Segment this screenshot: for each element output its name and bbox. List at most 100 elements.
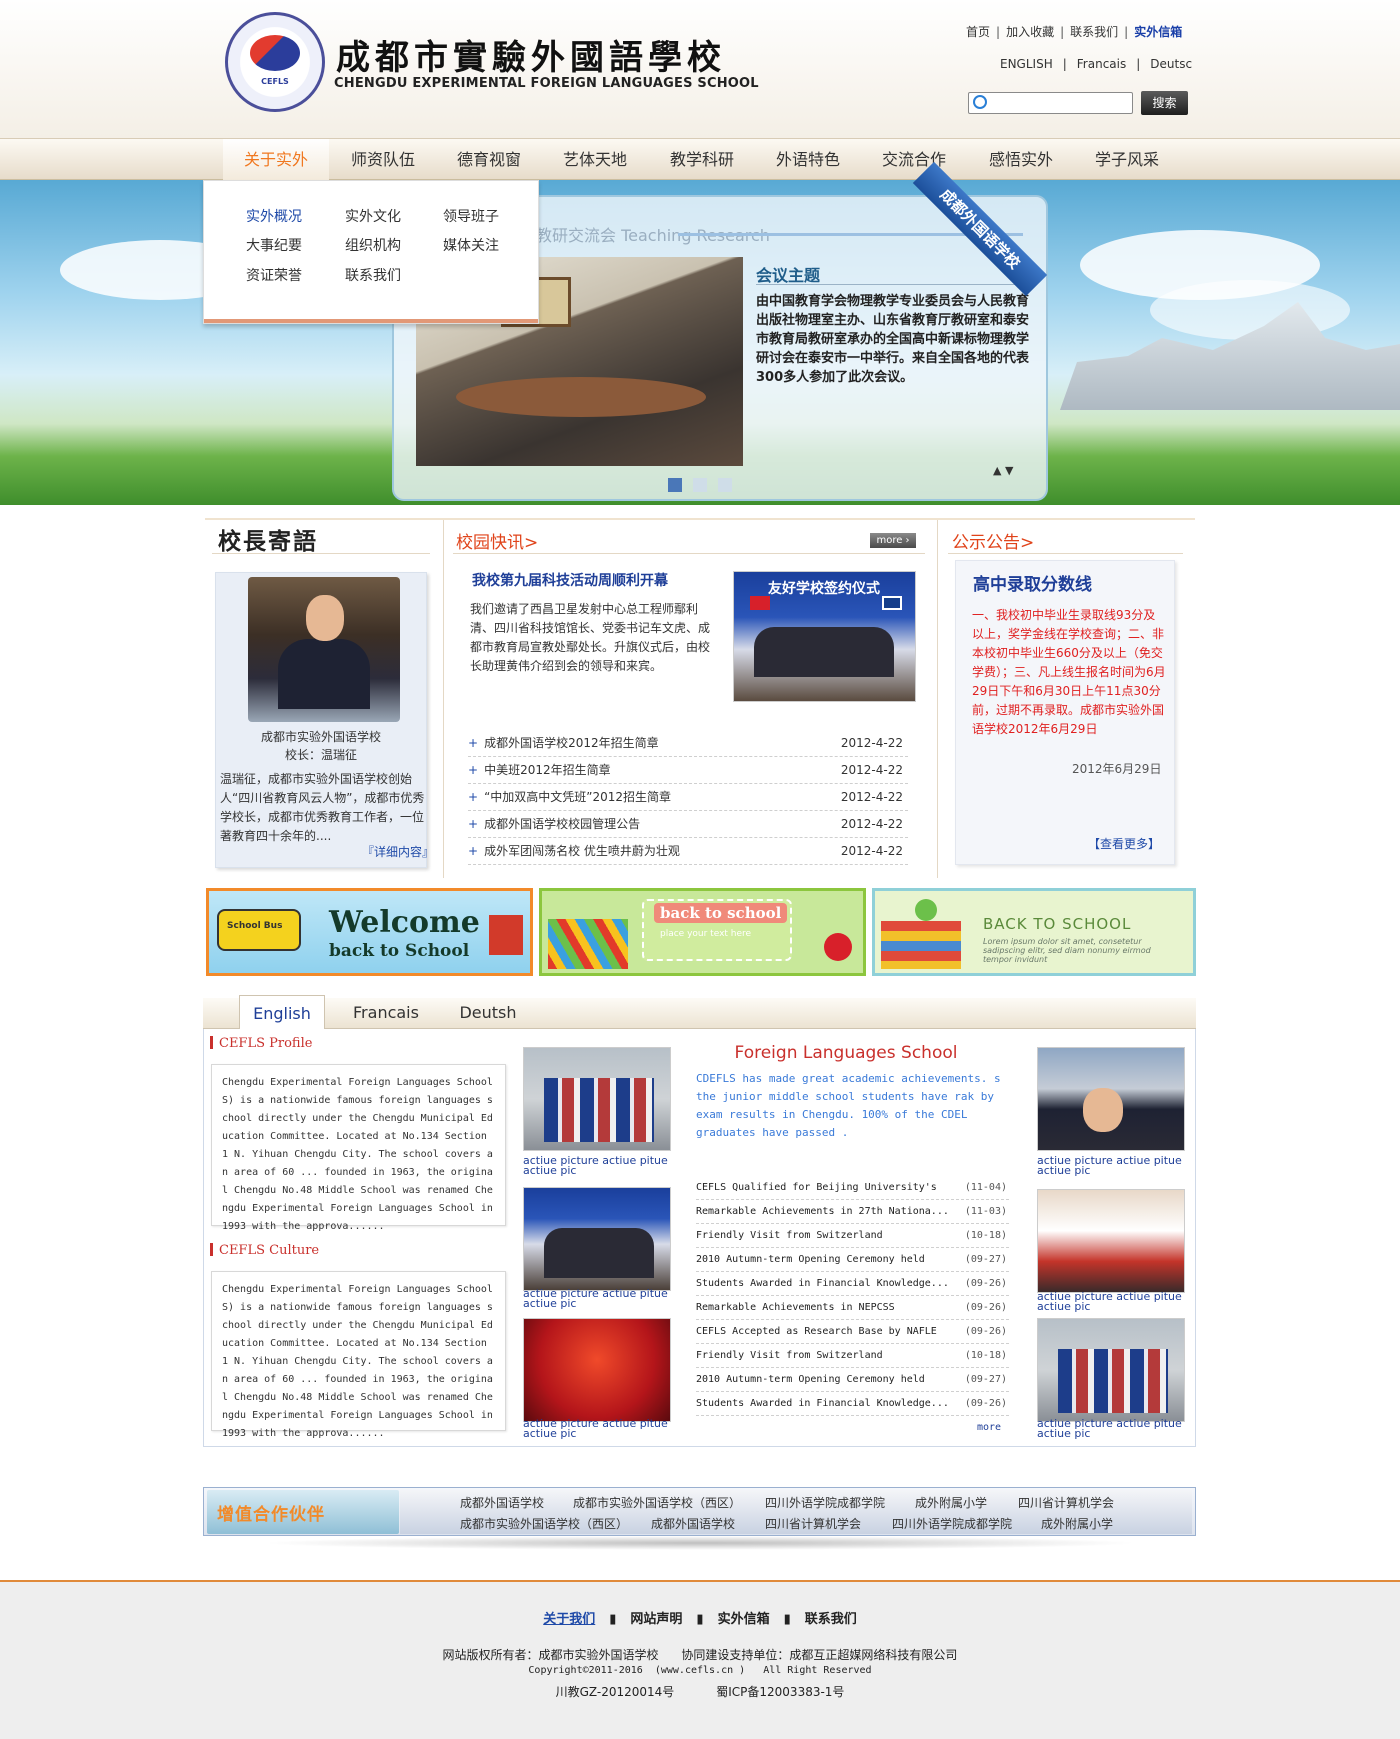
- top-link-home[interactable]: 首页: [966, 25, 990, 39]
- news-list-item[interactable]: + 成都外国语学校2012年招生简章 2012-4-22: [468, 730, 908, 757]
- dropdown-item-contact[interactable]: 联系我们: [345, 265, 401, 285]
- search-input[interactable]: [968, 92, 1133, 114]
- photo-thumb-caption[interactable]: actiue picture actiue pitue actiue pic: [523, 1288, 673, 1309]
- dropdown-item-overview[interactable]: 实外概况: [246, 206, 302, 226]
- slide-dot[interactable]: [718, 478, 732, 492]
- photo-thumb-caption[interactable]: actiue picture actiue pitue actiue pic: [1037, 1155, 1187, 1176]
- nav-item-reflection[interactable]: 感悟实外: [968, 139, 1074, 181]
- top-link-mailbox[interactable]: 实外信箱: [1134, 25, 1182, 39]
- photo-thumb[interactable]: [1037, 1047, 1185, 1151]
- promo-banner-welcome[interactable]: School Bus Welcome back to School: [206, 888, 533, 976]
- nav-item-about[interactable]: 关于实外: [223, 139, 329, 181]
- nav-item-teaching[interactable]: 教学科研: [649, 139, 755, 181]
- photo-face: [1083, 1088, 1123, 1132]
- photo-thumb[interactable]: [523, 1187, 671, 1291]
- nav-item-faculty[interactable]: 师资队伍: [330, 139, 436, 181]
- partner-link[interactable]: 成都市实验外国语学校（西区）: [573, 1494, 741, 1511]
- promo-banner-back-to-school[interactable]: back to school place your text here: [539, 888, 866, 976]
- partner-link[interactable]: 成外附属小学: [915, 1494, 987, 1511]
- english-news-item[interactable]: CEFLS Qualified for Beijing University's…: [696, 1176, 1009, 1200]
- partner-link[interactable]: 四川外语学院成都学院: [765, 1494, 885, 1511]
- photo-thumb-caption[interactable]: actiue picture actiue pitue actiue pic: [523, 1418, 673, 1439]
- school-name-cn: 成都市實驗外國語學校: [336, 38, 726, 78]
- nav-item-moral[interactable]: 德育视窗: [436, 139, 542, 181]
- english-news-item[interactable]: Remarkable Achievements in NEPCSS (09-26): [696, 1296, 1009, 1320]
- heading-bar: [210, 1243, 213, 1256]
- partner-link[interactable]: 四川外语学院成都学院: [892, 1515, 1012, 1532]
- profile-heading: CEFLS Profile: [210, 1036, 312, 1051]
- footer-link-mailbox[interactable]: 实外信箱: [718, 1612, 770, 1627]
- promo-banner-back-to-school-2[interactable]: BACK TO SCHOOL Lorem ipsum dolor sit ame…: [872, 888, 1196, 976]
- principal-more-link[interactable]: 『详细内容』: [362, 843, 434, 860]
- tab-english[interactable]: English: [239, 995, 325, 1030]
- lang-link-french[interactable]: Francais: [1077, 57, 1126, 71]
- nav-item-language[interactable]: 外语特色: [755, 139, 861, 181]
- lang-link-german[interactable]: Deutsc: [1150, 57, 1192, 71]
- photo-thumb[interactable]: [523, 1318, 671, 1422]
- search-button[interactable]: 搜索: [1141, 91, 1188, 115]
- nav-item-arts[interactable]: 艺体天地: [542, 139, 648, 181]
- news-list-item[interactable]: + 成都外国语学校校园管理公告 2012-4-22: [468, 811, 908, 838]
- tab-deutsh[interactable]: Deutsh: [445, 995, 531, 1030]
- photo-thumb[interactable]: [1037, 1189, 1185, 1293]
- partner-link[interactable]: 成都外国语学校: [651, 1515, 735, 1532]
- news-list-item[interactable]: + “中加双高中文凭班”2012招生简章 2012-4-22: [468, 784, 908, 811]
- news-list-item[interactable]: + 成外军团闯荡名校 优生喷井蔚为壮观 2012-4-22: [468, 838, 908, 865]
- english-news-more-link[interactable]: more: [977, 1422, 1001, 1433]
- slide-arrows[interactable]: ▲ ▼: [993, 464, 1013, 477]
- photo-thumb[interactable]: [523, 1047, 671, 1151]
- page: CEFLS 成都市實驗外國語學校 CHENGDU EXPERIMENTAL FO…: [0, 0, 1400, 1739]
- slide-dot[interactable]: [693, 478, 707, 492]
- campus-news-title[interactable]: 校园快讯>: [456, 528, 538, 553]
- english-news-item[interactable]: Friendly Visit from Switzerland (10-18): [696, 1344, 1009, 1368]
- lang-link-english[interactable]: ENGLISH: [1000, 57, 1053, 71]
- dropdown-item-leadership[interactable]: 领导班子: [443, 206, 499, 226]
- top-link-bookmark[interactable]: 加入收藏: [1006, 25, 1054, 39]
- top-link-contact[interactable]: 联系我们: [1070, 25, 1118, 39]
- english-news-item[interactable]: 2010 Autumn-term Opening Ceremony held (0…: [696, 1368, 1009, 1392]
- notice-more-link[interactable]: 【查看更多】: [1088, 835, 1160, 852]
- english-news-item[interactable]: Remarkable Achievements in 27th Nationa.…: [696, 1200, 1009, 1224]
- plus-icon: +: [468, 736, 479, 750]
- partner-link[interactable]: 四川省计算机学会: [1018, 1494, 1114, 1511]
- footer-link-statement[interactable]: 网站声明: [630, 1612, 682, 1627]
- news-item-date: 2012-4-22: [840, 736, 903, 750]
- dropdown-item-organization[interactable]: 组织机构: [345, 235, 401, 255]
- english-news-item[interactable]: Students Awarded in Financial Knowledge.…: [696, 1272, 1009, 1296]
- notice-title[interactable]: 公示公告>: [952, 528, 1034, 553]
- school-house-icon: [489, 915, 523, 955]
- principal-photo[interactable]: [248, 577, 400, 722]
- slide-title: 会议主题: [756, 266, 821, 285]
- partner-link[interactable]: 成都市实验外国语学校（西区）: [460, 1515, 628, 1532]
- partner-link[interactable]: 四川省计算机学会: [765, 1515, 861, 1532]
- news-feature-image[interactable]: 友好学校签约仪式: [733, 571, 916, 702]
- nav-item-students[interactable]: 学子风采: [1074, 139, 1180, 181]
- dropdown-item-culture[interactable]: 实外文化: [345, 206, 401, 226]
- english-news-item[interactable]: 2010 Autumn-term Opening Ceremony held (0…: [696, 1248, 1009, 1272]
- partner-link[interactable]: 成外附属小学: [1041, 1515, 1113, 1532]
- news-more-button[interactable]: more ›: [870, 533, 916, 548]
- culture-heading: CEFLS Culture: [210, 1243, 319, 1258]
- photo-thumb-caption[interactable]: actiue picture actiue pitue actiue pic: [1037, 1418, 1187, 1439]
- partner-link[interactable]: 成都外国语学校: [460, 1494, 544, 1511]
- dropdown-item-honors[interactable]: 资证荣誉: [246, 265, 302, 285]
- notice-item-title[interactable]: 高中录取分数线: [973, 570, 1092, 595]
- photo-thumb-caption[interactable]: actiue picture actiue pitue actiue pic: [1037, 1291, 1187, 1312]
- slide-dot[interactable]: [668, 478, 682, 492]
- dropdown-item-media[interactable]: 媒体关注: [443, 235, 499, 255]
- footer-link-contact[interactable]: 联系我们: [805, 1612, 857, 1627]
- photo-thumb-caption[interactable]: actiue picture actiue pitue actiue pic: [523, 1155, 673, 1176]
- english-news-item[interactable]: Friendly Visit from Switzerland (10-18): [696, 1224, 1009, 1248]
- english-news-item[interactable]: Students Awarded in Financial Knowledge.…: [696, 1392, 1009, 1416]
- english-news-item[interactable]: CEFLS Accepted as Research Base by NAFLE…: [696, 1320, 1009, 1344]
- news-feature-title[interactable]: 我校第九届科技活动周顺利开幕: [472, 570, 668, 590]
- photo-thumb[interactable]: [1037, 1318, 1185, 1422]
- school-emblem-logo[interactable]: CEFLS: [225, 12, 325, 112]
- nav-item-exchange[interactable]: 交流合作: [861, 139, 967, 181]
- news-item-title: 成都外国语学校校园管理公告: [484, 817, 641, 831]
- news-item-title: 中美班2012年招生简章: [484, 763, 611, 777]
- dropdown-item-events[interactable]: 大事纪要: [246, 235, 302, 255]
- tab-francais[interactable]: Francais: [343, 995, 429, 1030]
- footer-link-about[interactable]: 关于我们: [543, 1612, 595, 1627]
- news-list-item[interactable]: + 中美班2012年招生简章 2012-4-22: [468, 757, 908, 784]
